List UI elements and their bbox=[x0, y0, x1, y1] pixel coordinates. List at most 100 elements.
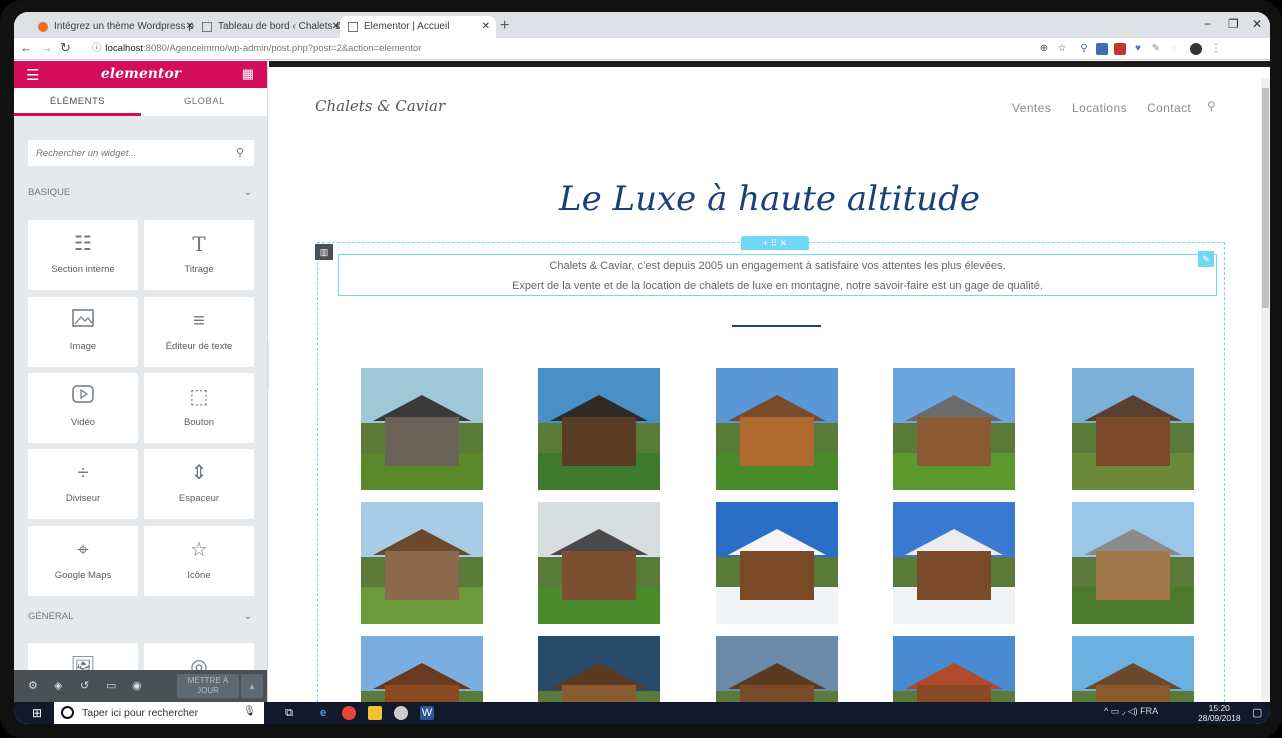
chalet-photo[interactable] bbox=[361, 368, 483, 490]
widget-google-maps[interactable]: ⌖ Google Maps bbox=[28, 526, 138, 596]
new-tab-button[interactable]: + bbox=[500, 16, 509, 36]
category-basique[interactable]: BASIQUE ⌄ bbox=[28, 183, 254, 203]
info-icon[interactable]: ⓘ bbox=[92, 43, 102, 54]
widget-icon[interactable]: ☆ Icône bbox=[144, 526, 254, 596]
settings-icon[interactable]: ⚙ bbox=[28, 679, 38, 692]
column-handle[interactable]: + ⠿ ✕ bbox=[741, 236, 809, 250]
url-field[interactable]: ⓘ localhost:8080/Agenceimmo/wp-admin/post… bbox=[92, 41, 1012, 57]
extension-icon[interactable] bbox=[1114, 43, 1126, 55]
widget-search: ⚲ bbox=[28, 140, 254, 166]
widget-heading[interactable]: T Titrage bbox=[144, 220, 254, 290]
tab-elements[interactable]: ÉLÉMENTS bbox=[14, 88, 141, 116]
browser-tab-3[interactable]: Elementor | Accueil ✕ bbox=[340, 16, 496, 38]
task-view-icon[interactable]: ⧉ bbox=[282, 706, 296, 720]
hero-title[interactable]: Le Luxe à haute altitude bbox=[269, 179, 1270, 219]
widget-divider[interactable]: ÷ Diviseur bbox=[28, 449, 138, 519]
chalet-photo[interactable] bbox=[1072, 368, 1194, 490]
chrome-icon[interactable] bbox=[342, 706, 356, 720]
scrollbar-thumb[interactable] bbox=[1262, 88, 1269, 308]
intro-text[interactable]: Chalets & Caviar, c’est depuis 2005 un e… bbox=[338, 254, 1217, 296]
widget-inner-section[interactable]: ☷ Section interne bbox=[28, 220, 138, 290]
chalet-photo[interactable] bbox=[893, 636, 1015, 702]
widget-label: Bouton bbox=[183, 417, 215, 428]
nav-locations[interactable]: Locations bbox=[1072, 101, 1127, 115]
extension-icon[interactable]: ♥ bbox=[1132, 43, 1144, 55]
update-button[interactable]: METTRE À JOUR bbox=[177, 674, 239, 698]
back-arrow-icon[interactable]: ← bbox=[20, 40, 33, 55]
restore-button[interactable]: ❐ bbox=[1228, 17, 1239, 31]
minimize-button[interactable]: − bbox=[1204, 17, 1211, 31]
layers-icon[interactable]: ◈ bbox=[54, 679, 62, 692]
responsive-icon[interactable]: ▭ bbox=[106, 679, 116, 692]
forward-arrow-icon[interactable]: → bbox=[40, 40, 53, 55]
chalet-photo[interactable] bbox=[716, 636, 838, 702]
chalet-photo[interactable] bbox=[716, 502, 838, 624]
heading-icon: T bbox=[192, 232, 206, 256]
file-explorer-icon[interactable] bbox=[368, 706, 382, 720]
taskbar-search[interactable]: Taper ici pour rechercher 🎙 bbox=[54, 702, 264, 724]
chalet-photo[interactable] bbox=[361, 636, 483, 702]
edge-icon[interactable]: e bbox=[316, 706, 330, 720]
category-general[interactable]: GÉNÉRAL ⌄ bbox=[28, 607, 254, 627]
app-icon[interactable] bbox=[394, 706, 408, 720]
chalet-photo[interactable] bbox=[893, 502, 1015, 624]
page-icon bbox=[202, 22, 212, 32]
image-icon bbox=[28, 309, 138, 333]
nav-ventes[interactable]: Ventes bbox=[1012, 101, 1051, 115]
tab-global[interactable]: GLOBAL bbox=[141, 88, 267, 116]
edit-pencil-icon[interactable]: ✎ bbox=[1198, 251, 1214, 267]
chalet-photo[interactable] bbox=[893, 368, 1015, 490]
taskbar-search-text: Taper ici pour rechercher bbox=[82, 707, 199, 719]
bookmark-star-icon[interactable]: ☆ bbox=[1056, 43, 1068, 55]
close-tab-icon[interactable]: ✕ bbox=[332, 16, 340, 38]
extension-icon[interactable]: ◌ bbox=[1168, 43, 1180, 55]
close-window-button[interactable]: ✕ bbox=[1252, 17, 1262, 31]
chevron-up-icon[interactable]: ▴ bbox=[241, 674, 263, 698]
history-icon[interactable]: ↺ bbox=[80, 679, 89, 692]
clock[interactable]: 15:20 28/09/2018 bbox=[1198, 703, 1241, 723]
address-bar: ← → ↻ ⓘ localhost:8080/Agenceimmo/wp-admi… bbox=[14, 38, 1270, 60]
browser-tab-2[interactable]: Tableau de bord ‹ Chalets & Cavi ✕ bbox=[194, 16, 346, 38]
widget-text-editor[interactable]: ≡ Éditeur de texte bbox=[144, 297, 254, 367]
chalet-photo[interactable] bbox=[1072, 636, 1194, 702]
widget-button[interactable]: ⬚ Bouton bbox=[144, 373, 254, 443]
divider-line bbox=[732, 325, 821, 327]
vertical-scrollbar[interactable] bbox=[1261, 78, 1270, 702]
widget-video[interactable]: Vidéo bbox=[28, 373, 138, 443]
widgets-grid-icon[interactable]: ▦ bbox=[242, 66, 254, 82]
reload-icon[interactable]: ↻ bbox=[60, 40, 71, 56]
section-handle-icon[interactable]: ▥ bbox=[315, 244, 333, 260]
extension-icon[interactable]: ✎ bbox=[1150, 43, 1162, 55]
widget-spacer[interactable]: ⇕ Espaceur bbox=[144, 449, 254, 519]
chalet-photo[interactable] bbox=[538, 636, 660, 702]
windows-start-icon[interactable]: ⊞ bbox=[32, 706, 42, 720]
extension-icon[interactable] bbox=[1096, 43, 1108, 55]
widget-label: Éditeur de texte bbox=[165, 341, 233, 352]
chalet-photo[interactable] bbox=[716, 368, 838, 490]
widget-label: Section interne bbox=[51, 264, 115, 275]
system-tray[interactable]: ^ ▭ ◞ ◁) FRA bbox=[1104, 706, 1158, 717]
category-label: BASIQUE bbox=[28, 187, 71, 198]
preview-eye-icon[interactable]: ◉ bbox=[132, 679, 142, 692]
clock-date: 28/09/2018 bbox=[1198, 713, 1241, 723]
microphone-icon[interactable]: 🎙 bbox=[243, 706, 256, 717]
word-icon[interactable]: W bbox=[420, 706, 434, 720]
chrome-menu-icon[interactable]: ⋮ bbox=[1210, 43, 1222, 55]
zoom-icon[interactable]: ⊕ bbox=[1038, 43, 1050, 55]
panel-header: ☰ elementor ▦ bbox=[14, 61, 267, 88]
site-logo[interactable]: Chalets & Caviar bbox=[315, 97, 445, 115]
profile-avatar[interactable] bbox=[1190, 43, 1202, 55]
nav-contact[interactable]: Contact bbox=[1147, 101, 1191, 115]
close-tab-icon[interactable]: ✕ bbox=[186, 16, 194, 38]
chalet-photo[interactable] bbox=[538, 502, 660, 624]
chalet-photo[interactable] bbox=[538, 368, 660, 490]
chalet-photo[interactable] bbox=[361, 502, 483, 624]
widget-image[interactable]: Image bbox=[28, 297, 138, 367]
notifications-icon[interactable]: ▢ bbox=[1252, 706, 1262, 719]
search-icon[interactable]: ⚲ bbox=[1207, 99, 1216, 113]
close-tab-icon[interactable]: ✕ bbox=[482, 16, 490, 38]
chalet-photo[interactable] bbox=[1072, 502, 1194, 624]
extension-icon[interactable]: ⚲ bbox=[1078, 43, 1090, 55]
widget-search-input[interactable] bbox=[36, 140, 226, 166]
browser-tab-1[interactable]: Intégrez un thème Wordpress p ✕ bbox=[30, 16, 200, 38]
